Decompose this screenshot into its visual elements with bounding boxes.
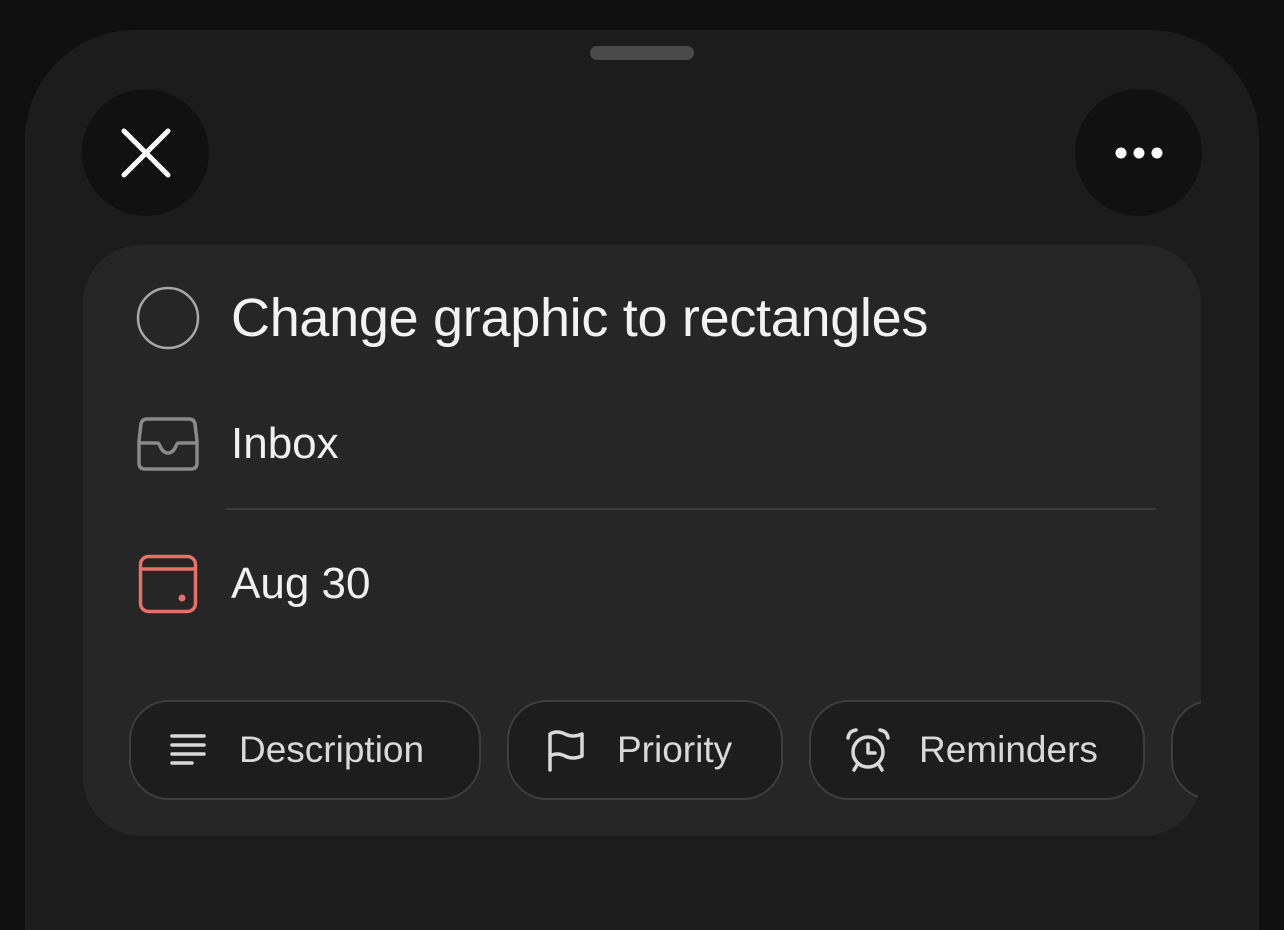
- circle-checkbox-icon: [136, 286, 200, 350]
- more-options-button[interactable]: [1075, 89, 1202, 216]
- reminders-chip[interactable]: Reminders: [809, 700, 1145, 800]
- reminders-chip-label: Reminders: [919, 729, 1098, 770]
- task-detail-sheet: Change graphic to rectangles Inbox Aug 3…: [25, 30, 1259, 930]
- alarm-clock-icon: [846, 728, 890, 772]
- inbox-tray-icon: [137, 417, 199, 471]
- description-chip-label: Description: [239, 729, 425, 770]
- project-label: Inbox: [231, 419, 339, 468]
- task-complete-checkbox[interactable]: [135, 285, 201, 351]
- text-lines-icon: [170, 734, 206, 765]
- task-title-row: Change graphic to rectangles: [135, 285, 928, 351]
- due-date-label: Aug 30: [231, 559, 371, 608]
- more-chip-partial[interactable]: [1171, 700, 1201, 800]
- task-card: Change graphic to rectangles Inbox Aug 3…: [83, 245, 1201, 836]
- priority-chip-label: Priority: [617, 729, 733, 770]
- due-date-row[interactable]: Aug 30: [135, 551, 370, 617]
- priority-chip[interactable]: Priority: [507, 700, 783, 800]
- close-button[interactable]: [82, 89, 209, 216]
- more-horizontal-icon: [1115, 147, 1162, 158]
- sheet-grabber[interactable]: [590, 46, 694, 60]
- description-chip[interactable]: Description: [129, 700, 481, 800]
- close-icon: [121, 128, 170, 177]
- flag-icon: [548, 730, 584, 772]
- calendar-icon: [138, 554, 198, 614]
- task-title[interactable]: Change graphic to rectangles: [231, 287, 928, 349]
- project-row[interactable]: Inbox: [135, 411, 339, 477]
- task-action-chips: Description Priority Reminders: [129, 700, 1201, 804]
- row-divider: [226, 508, 1156, 510]
